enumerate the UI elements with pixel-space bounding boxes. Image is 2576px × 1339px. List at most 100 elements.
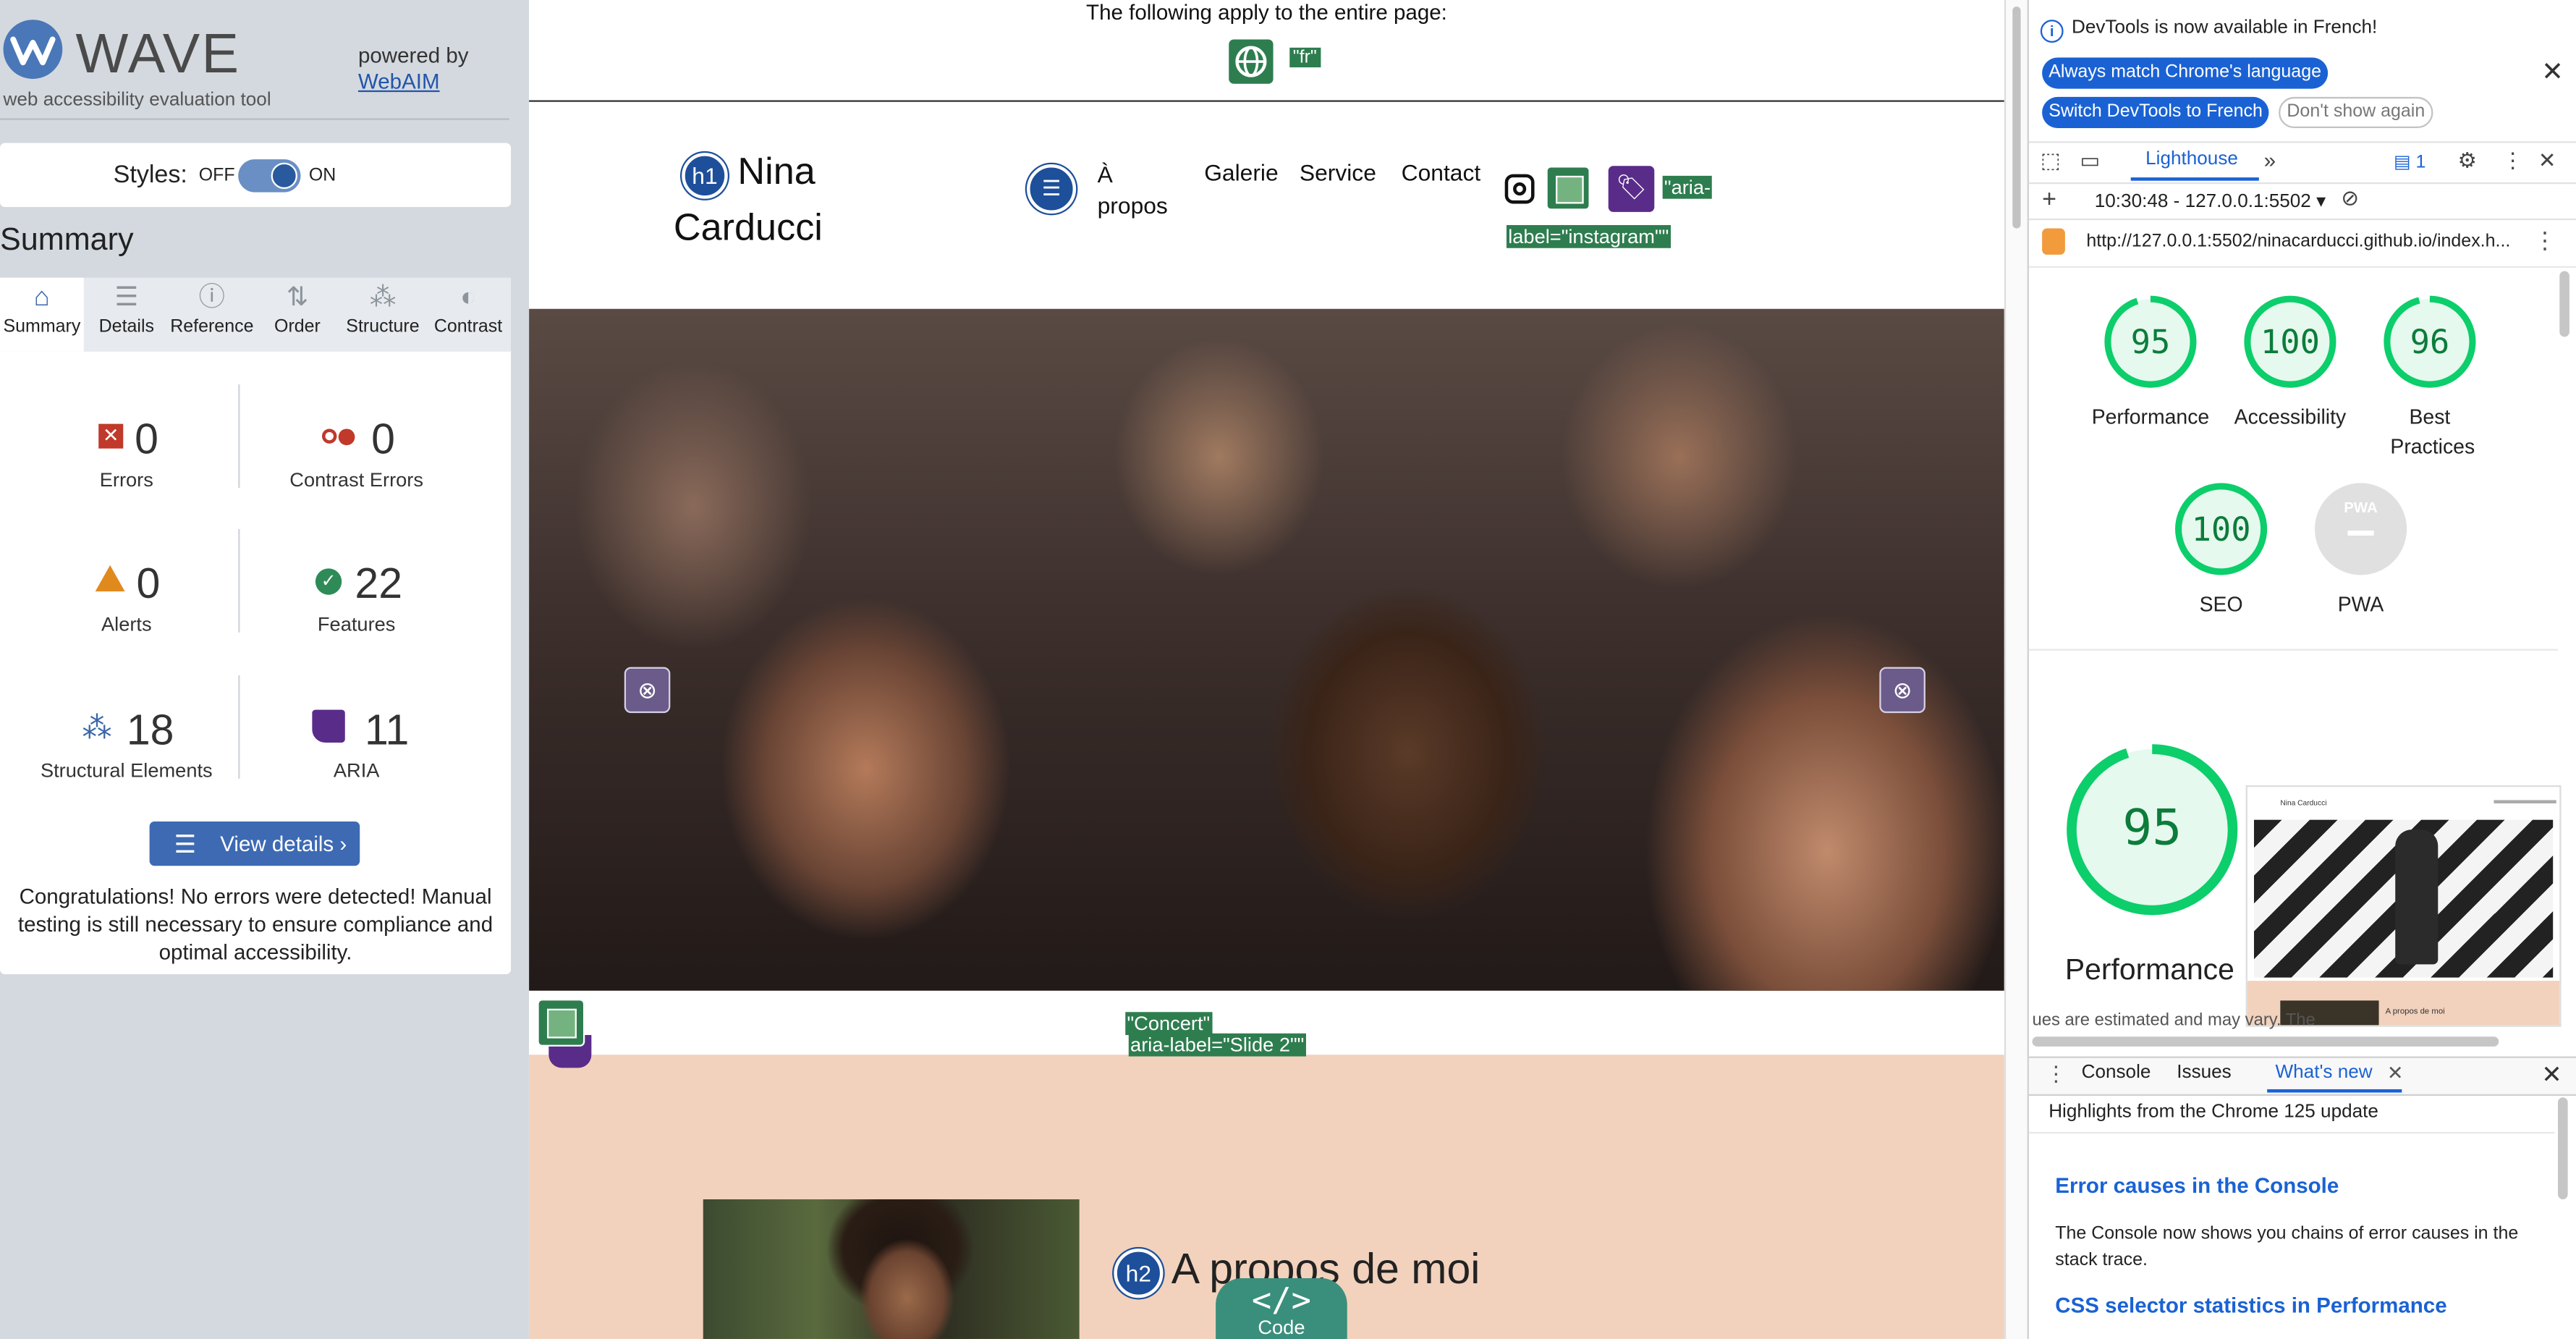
score-performance: 95: [2130, 321, 2171, 362]
tab-console[interactable]: Console: [2082, 1063, 2151, 1083]
section-divider: [2028, 649, 2559, 651]
tab-lighthouse[interactable]: Lighthouse: [2145, 150, 2238, 169]
image-badge-icon[interactable]: [537, 999, 585, 1047]
slide-aria-text: aria-label="Slide 2"": [1130, 1033, 1305, 1057]
summary-panel: [0, 351, 512, 975]
gauge-best-practices[interactable]: 96: [2382, 294, 2478, 389]
powered-by-label: powered by: [357, 43, 469, 68]
error-causes-body: The Console now shows you chains of erro…: [2055, 1224, 2519, 1270]
settings-gear-icon[interactable]: ⚙: [2458, 148, 2477, 174]
scrollbar-thumb[interactable]: [2012, 7, 2021, 229]
tab-whats-new[interactable]: What's new: [2276, 1063, 2373, 1083]
scrollbar-thumb[interactable]: [2559, 271, 2569, 337]
page-divider: [529, 100, 2004, 102]
big-score: 95: [2122, 800, 2182, 858]
styles-on-label: ON: [308, 166, 336, 186]
tab-issues[interactable]: Issues: [2177, 1063, 2231, 1083]
big-performance-gauge: 95: [2065, 743, 2240, 917]
score-label-pwa: PWA: [2337, 593, 2384, 617]
page-viewport: The following apply to the entire page: …: [529, 0, 2004, 1339]
inspect-icon[interactable]: ⬚: [2041, 148, 2061, 174]
section-divider: [2028, 1131, 2555, 1134]
h1-badge-icon[interactable]: h1: [682, 153, 728, 199]
webaim-link[interactable]: WebAIM: [358, 69, 440, 93]
nav-link-apropos[interactable]: À propos: [1098, 159, 1168, 221]
device-toggle-icon[interactable]: ▭: [2080, 148, 2100, 174]
new-report-icon[interactable]: +: [2042, 185, 2056, 214]
tab-reference[interactable]: ⓘ Reference: [169, 278, 255, 352]
close-drawer-icon[interactable]: ✕: [2541, 1060, 2562, 1089]
tab-label: Contrast: [433, 317, 503, 337]
tab-contrast[interactable]: ◐ Contrast: [425, 278, 511, 352]
nav-label: À: [1097, 161, 1113, 187]
header-divider: [0, 118, 509, 120]
switch-french-button[interactable]: Switch DevTools to French: [2042, 96, 2269, 129]
slide-aria-badge: aria-label="Slide 2"": [1128, 1033, 1306, 1057]
match-language-button[interactable]: Always match Chrome's language: [2042, 57, 2329, 89]
globe-icon[interactable]: [1229, 39, 1274, 84]
gauge-pwa[interactable]: PWA: [2314, 483, 2410, 578]
tab-order[interactable]: ⇅ Order: [255, 278, 340, 352]
css-selector-stats-link[interactable]: CSS selector statistics in Performance: [2055, 1293, 2446, 1317]
drawer-tab-bar: ⋮ Console Issues What's new ✕ ✕: [2028, 1056, 2576, 1097]
summary-heading: Summary: [0, 223, 134, 258]
pwa-badge-text: PWA: [2344, 499, 2378, 516]
gauge-accessibility[interactable]: 100: [2242, 294, 2338, 389]
tab-summary[interactable]: ⌂ Summary: [0, 277, 84, 352]
dont-show-again-button[interactable]: Don't show again: [2279, 96, 2433, 129]
tab-structure[interactable]: ⁂ Structure: [340, 278, 425, 352]
language-badge: "fr": [1289, 47, 1321, 68]
nav-link-service[interactable]: Service: [1300, 159, 1376, 185]
code-button[interactable]: </> Code: [1216, 1277, 1347, 1339]
list-badge-icon[interactable]: ☰: [1027, 164, 1077, 214]
wave-logo-icon: [3, 20, 63, 79]
contrast-icon: ◐: [460, 284, 477, 313]
feature-icon: ✓: [315, 568, 342, 595]
nav-link-contact[interactable]: Contact: [1402, 159, 1481, 185]
errors-label: Errors: [99, 468, 153, 491]
issues-count-badge[interactable]: ▤ 1: [2394, 151, 2426, 173]
issues-count: 1: [2415, 153, 2426, 173]
nav-link-galerie[interactable]: Galerie: [1204, 159, 1278, 185]
home-icon: ⌂: [33, 284, 50, 313]
score-accessibility: 100: [2260, 321, 2320, 362]
view-details-button[interactable]: ☰ View details ›: [149, 821, 360, 866]
score-seo: 100: [2191, 509, 2251, 549]
alerts-count: 0: [136, 558, 161, 608]
h2-badge-icon[interactable]: h2: [1114, 1249, 1164, 1298]
pwa-bar: [2347, 531, 2374, 536]
report-selector[interactable]: 10:30:48 - 127.0.0.1:5502 ▾: [2095, 189, 2326, 212]
wave-tab-bar: ⌂ Summary ☰ Details ⓘ Reference ⇅ Order …: [0, 277, 512, 352]
kebab-menu-icon[interactable]: ⋮: [2533, 227, 2556, 255]
report-url-row: http://127.0.0.1:5502/ninacarducci.githu…: [2028, 220, 2576, 268]
carousel-prev-button[interactable]: ⊗: [624, 667, 671, 714]
tab-label: Order: [274, 317, 321, 337]
tab-label: Reference: [170, 317, 254, 337]
close-icon[interactable]: ✕: [2541, 56, 2563, 88]
image-badge-icon[interactable]: [1546, 166, 1590, 211]
instagram-icon[interactable]: [1504, 174, 1535, 204]
carousel-next-button[interactable]: ⊗: [1879, 667, 1925, 714]
contrast-errors-label: Contrast Errors: [289, 468, 424, 491]
drawer-scrollbar[interactable]: [2558, 1097, 2568, 1200]
tab-details[interactable]: ☰ Details: [84, 278, 169, 352]
close-tab-icon[interactable]: ✕: [2387, 1061, 2404, 1084]
horizontal-scrollbar[interactable]: [2032, 1036, 2499, 1047]
kebab-menu-icon[interactable]: ⋮: [2046, 1061, 2067, 1087]
error-causes-link[interactable]: Error causes in the Console: [2055, 1173, 2339, 1198]
page-level-notice: The following apply to the entire page:: [1086, 0, 1447, 25]
clear-icon[interactable]: ⊘: [2341, 185, 2359, 211]
lighthouse-icon: [2042, 228, 2065, 255]
page-screenshot-thumbnail[interactable]: Nina Carducci A propos de moi: [2245, 785, 2562, 1027]
aria-tag-icon[interactable]: 🏷: [1608, 166, 1655, 212]
gauge-performance[interactable]: 95: [2103, 294, 2198, 389]
gauge-seo[interactable]: 100: [2174, 481, 2269, 577]
close-devtools-icon[interactable]: ✕: [2538, 148, 2556, 174]
more-tabs-icon[interactable]: »: [2264, 148, 2276, 172]
devtools-panel: i DevTools is now available in French! ✕…: [2027, 0, 2576, 1339]
kebab-menu-icon[interactable]: ⋮: [2502, 148, 2524, 174]
alerts-label: Alerts: [101, 612, 152, 636]
page-scrollbar[interactable]: [2004, 0, 2029, 1339]
errors-count: 0: [135, 414, 159, 464]
styles-toggle[interactable]: [238, 159, 301, 193]
